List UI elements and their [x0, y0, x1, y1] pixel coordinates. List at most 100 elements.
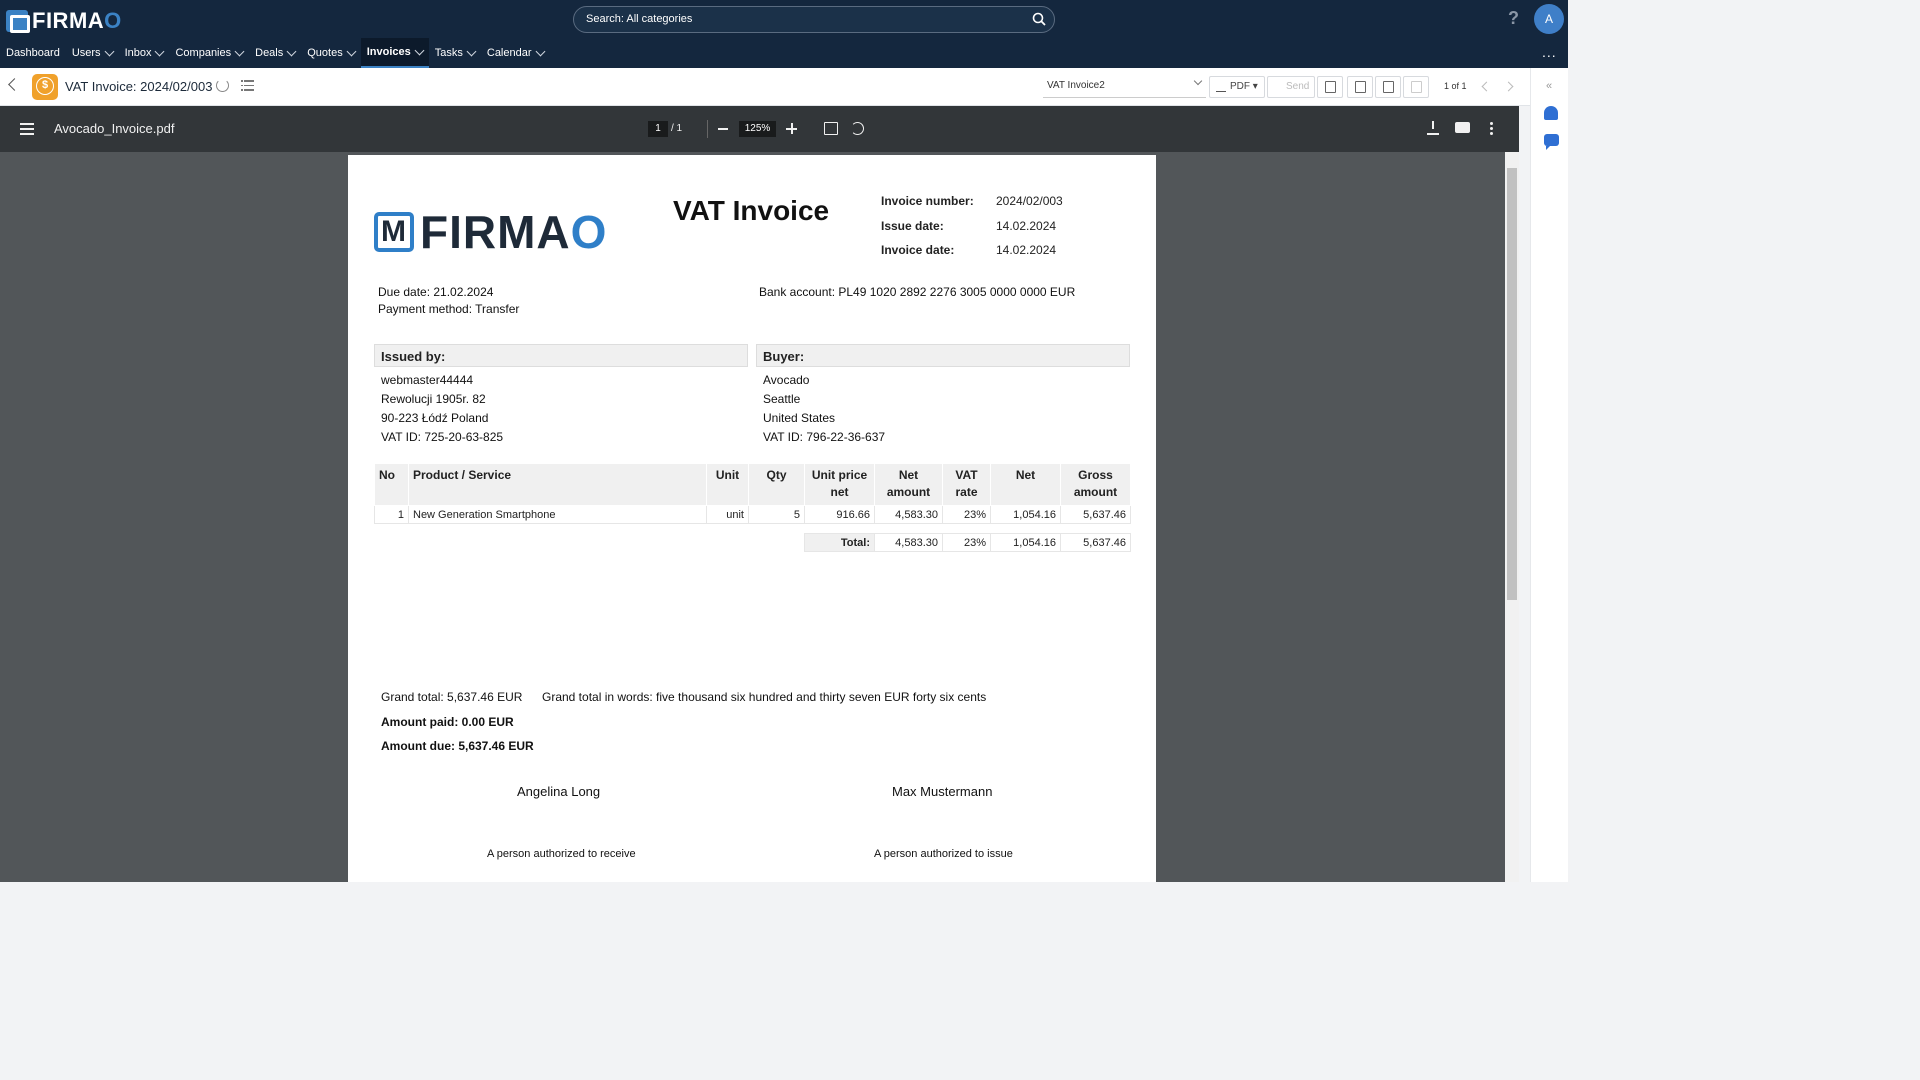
more-vertical-icon[interactable] [1490, 122, 1493, 137]
chevron-down-icon [466, 46, 477, 56]
menu-item-invoices[interactable]: Invoices [360, 38, 429, 68]
main-menu: Dashboard Users Inbox Companies Deals Qu… [0, 38, 550, 68]
duplicate-button[interactable] [1375, 76, 1401, 98]
chevron-down-icon [414, 45, 425, 55]
zoom-out-icon[interactable] [718, 128, 728, 130]
issue-date-label: Issue date: [881, 219, 944, 233]
search-input[interactable]: Search: All categories [573, 6, 1055, 33]
menu-item-dashboard[interactable]: Dashboard [0, 38, 66, 68]
buyer-line: VAT ID: 796-22-36-637 [763, 430, 886, 444]
receiver-name: Angelina Long [517, 784, 601, 799]
chevron-down-icon [155, 46, 165, 56]
cell-vat-rate: 23% [942, 505, 991, 524]
more-menu-icon[interactable]: ... [1542, 44, 1557, 60]
collapse-rail-icon[interactable]: « [1546, 80, 1552, 92]
invoice-logo: FIRMAO [374, 205, 607, 259]
invoice-title: VAT Invoice [673, 195, 830, 226]
toolbar-divider [707, 120, 708, 138]
invoice-coin-icon [32, 74, 58, 100]
download-icon[interactable] [1427, 121, 1439, 135]
chevron-down-icon [1193, 76, 1203, 86]
cell-unit: unit [706, 505, 749, 524]
due-date: Due date: 21.02.2024 [378, 285, 494, 299]
totals-row: Total: 4,583.30 23% 1,054.16 5,637.46 [804, 533, 1131, 552]
print-button[interactable] [1317, 76, 1343, 98]
menu-item-calendar[interactable]: Calendar [481, 38, 550, 68]
scrollbar[interactable] [1505, 152, 1519, 882]
refresh-icon[interactable] [216, 79, 229, 92]
col-vat-rate: VAT rate [942, 463, 991, 506]
top-navbar: FIRMAO Search: All categories ? A Dashbo… [0, 0, 1568, 68]
total-label: Total: [804, 533, 875, 552]
menu-item-quotes[interactable]: Quotes [301, 38, 360, 68]
total-net-amount: 4,583.30 [874, 533, 943, 552]
cell-qty: 5 [748, 505, 805, 524]
menu-item-users[interactable]: Users [66, 38, 119, 68]
list-icon[interactable] [241, 80, 254, 92]
menu-item-deals[interactable]: Deals [249, 38, 301, 68]
chevron-down-icon [535, 46, 545, 56]
menu-item-inbox[interactable]: Inbox [119, 38, 170, 68]
cell-net-amount: 4,583.30 [874, 505, 943, 524]
col-net-amount: Net amount [874, 463, 943, 506]
search-placeholder: Search: All categories [586, 13, 693, 25]
zoom-in-icon[interactable] [786, 123, 797, 134]
duplicate-icon [1383, 81, 1394, 93]
menu-item-companies[interactable]: Companies [169, 38, 249, 68]
back-icon[interactable] [8, 78, 21, 91]
menu-icon[interactable] [20, 123, 34, 138]
receiver-caption: A person authorized to receive [487, 848, 636, 860]
payment-method: Payment method: Transfer [378, 302, 520, 316]
col-gross: Gross amount [1060, 463, 1131, 506]
cell-no: 1 [374, 505, 409, 524]
help-icon[interactable]: ? [1508, 8, 1519, 29]
pdf-viewer: Avocado_Invoice.pdf 1 / 1 125% FIRMAO VA… [0, 106, 1519, 882]
page-number-input[interactable]: 1 [648, 121, 668, 137]
right-rail: « [1530, 68, 1568, 882]
issuer-line: VAT ID: 725-20-63-825 [381, 430, 504, 444]
amount-paid: Amount paid: 0.00 EUR [381, 715, 514, 729]
total-net: 1,054.16 [990, 533, 1061, 552]
copy-icon [1355, 81, 1366, 93]
issue-date-value: 14.02.2024 [996, 219, 1057, 233]
pdf-dropdown-button[interactable]: PDF ▾ [1209, 76, 1265, 98]
fit-page-icon[interactable] [824, 122, 838, 135]
cell-product: New Generation Smartphone [408, 505, 707, 524]
chevron-down-icon [286, 46, 297, 56]
avatar[interactable]: A [1534, 4, 1564, 34]
issuer-line: 90-223 Łódź Poland [381, 411, 489, 425]
invoice-date-value: 14.02.2024 [996, 243, 1057, 257]
invoice-number-value: 2024/02/003 [996, 194, 1063, 208]
next-record-icon[interactable] [1503, 81, 1514, 92]
app-logo[interactable]: FIRMAO [6, 8, 122, 34]
menu-item-tasks[interactable]: Tasks [429, 38, 481, 68]
search-icon[interactable] [1032, 12, 1046, 26]
col-unit: Unit [706, 463, 749, 506]
issued-by-heading: Issued by: [374, 344, 748, 367]
rotate-icon[interactable] [851, 122, 864, 135]
chat-icon[interactable] [1544, 134, 1559, 150]
buyer-line: Avocado [763, 373, 810, 387]
buyer-line: United States [763, 411, 836, 425]
prev-record-icon[interactable] [1481, 81, 1492, 92]
copy-button[interactable] [1347, 76, 1373, 98]
cell-net: 1,054.16 [990, 505, 1061, 524]
chevron-down-icon [234, 46, 245, 56]
scrollbar-thumb[interactable] [1507, 168, 1517, 600]
totals-table: Total: 4,583.30 23% 1,054.16 5,637.46 [804, 533, 1131, 552]
bell-icon[interactable] [1544, 106, 1558, 120]
firmao-logo-icon [374, 212, 414, 252]
print-icon[interactable] [1455, 122, 1470, 133]
zoom-input[interactable]: 125% [739, 121, 776, 137]
delete-button[interactable] [1403, 76, 1429, 98]
template-select[interactable]: VAT Invoice2 [1043, 76, 1206, 98]
col-qty: Qty [748, 463, 805, 506]
pdf-toolbar: Avocado_Invoice.pdf 1 / 1 125% [0, 106, 1519, 152]
total-gross: 5,637.46 [1060, 533, 1131, 552]
items-table: No Product / Service Unit Qty Unit price… [374, 463, 1131, 524]
col-unit-price: Unit price net [804, 463, 875, 506]
send-button[interactable]: Send [1267, 76, 1315, 98]
issuer-caption: A person authorized to issue [874, 848, 1013, 860]
table-header-row: No Product / Service Unit Qty Unit price… [374, 463, 1131, 506]
page-total: / 1 [671, 123, 683, 134]
